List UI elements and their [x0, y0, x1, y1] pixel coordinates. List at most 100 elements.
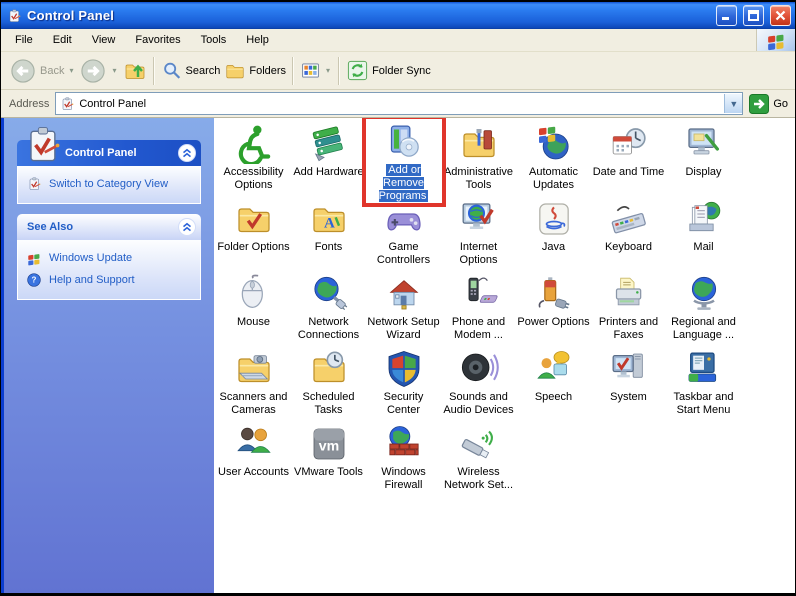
control-panel-item-accessibility-options[interactable]: Accessibility Options	[216, 122, 291, 197]
control-panel-item-administrative-tools[interactable]: Administrative Tools	[441, 122, 516, 197]
folder-options-icon	[231, 197, 277, 239]
control-panel-item-date-and-time[interactable]: Date and Time	[591, 122, 666, 197]
control-panel-item-speech[interactable]: Speech	[516, 347, 591, 422]
back-dropdown-icon[interactable]: ▾	[69, 66, 73, 75]
control-panel-item-scanners-and-cameras[interactable]: Scanners and Cameras	[216, 347, 291, 422]
control-panel-item-taskbar-and-start-menu[interactable]: Taskbar and Start Menu	[666, 347, 741, 422]
panel-title: See Also	[27, 221, 73, 233]
item-label: Game Controllers	[367, 241, 441, 267]
svg-text:?: ?	[32, 276, 37, 285]
views-dropdown-icon[interactable]: ▾	[326, 66, 330, 75]
control-panel-item-mouse[interactable]: Mouse	[216, 272, 291, 347]
folder-sync-icon	[346, 59, 369, 82]
sidebar-link-label: Switch to Category View	[49, 178, 168, 190]
control-panel-item-game-controllers[interactable]: Game Controllers	[366, 197, 441, 272]
item-label: Date and Time	[593, 166, 665, 179]
address-bar: Address Control Panel ▼ Go	[1, 90, 795, 118]
item-label: Mail	[693, 241, 713, 254]
folder-sync-button[interactable]: Folder Sync	[344, 59, 433, 82]
control-panel-item-phone-and-modem[interactable]: Phone and Modem ...	[441, 272, 516, 347]
folders-label: Folders	[249, 65, 286, 77]
item-label: Network Connections	[292, 316, 366, 342]
window-title: Control Panel	[27, 8, 710, 23]
printers-faxes-icon	[606, 272, 652, 314]
item-label: Administrative Tools	[442, 166, 516, 192]
control-panel-item-printers-and-faxes[interactable]: Printers and Faxes	[591, 272, 666, 347]
folders-button[interactable]: Folders	[222, 60, 288, 82]
search-button[interactable]: Search	[159, 60, 223, 82]
address-dropdown-button[interactable]: ▼	[724, 94, 742, 113]
control-panel-item-network-setup-wizard[interactable]: Network Setup Wizard	[366, 272, 441, 347]
folders-icon	[224, 60, 246, 82]
control-panel-item-regional-and-language[interactable]: Regional and Language ...	[666, 272, 741, 347]
sidebar-link-help-and-support[interactable]: ?Help and Support	[26, 269, 196, 291]
panel-title: Control Panel	[65, 147, 137, 159]
sidebar-link-windows-update[interactable]: Windows Update	[26, 247, 196, 269]
svg-text:vm: vm	[318, 439, 338, 455]
control-panel-item-user-accounts[interactable]: User Accounts	[216, 422, 291, 497]
control-panel-item-windows-firewall[interactable]: Windows Firewall	[366, 422, 441, 497]
menu-item-file[interactable]: File	[5, 31, 43, 49]
title-bar: Control Panel	[1, 2, 795, 29]
user-accounts-icon	[231, 422, 277, 464]
java-icon	[531, 197, 577, 239]
up-button[interactable]	[121, 59, 149, 83]
windows-firewall-icon	[381, 422, 427, 464]
control-panel-item-display[interactable]: Display	[666, 122, 741, 197]
address-value[interactable]: Control Panel	[79, 98, 720, 110]
menu-item-help[interactable]: Help	[236, 31, 279, 49]
control-panel-item-power-options[interactable]: Power Options	[516, 272, 591, 347]
control-panel-item-fonts[interactable]: AFonts	[291, 197, 366, 272]
control-panel-item-wireless-network-set[interactable]: Wireless Network Set...	[441, 422, 516, 497]
system-icon	[606, 347, 652, 389]
control-panel-item-internet-options[interactable]: Internet Options	[441, 197, 516, 272]
administrative-tools-icon	[456, 122, 502, 164]
control-panel-item-keyboard[interactable]: Keyboard	[591, 197, 666, 272]
item-label: Windows Firewall	[367, 466, 441, 492]
control-panel-item-vmware-tools[interactable]: vm VMware Tools	[291, 422, 366, 497]
minimize-button[interactable]	[716, 5, 737, 26]
forward-dropdown-icon[interactable]: ▾	[112, 66, 116, 75]
control-panel-item-automatic-updates[interactable]: Automatic Updates	[516, 122, 591, 197]
control-panel-item-mail[interactable]: Mail	[666, 197, 741, 272]
menu-item-edit[interactable]: Edit	[43, 31, 82, 49]
back-button[interactable]: Back ▾	[7, 57, 77, 85]
keyboard-icon	[606, 197, 652, 239]
go-button[interactable]	[749, 94, 769, 114]
views-icon	[300, 60, 321, 81]
control-panel-item-add-or-remove-programs[interactable]: Add or Remove Programs	[366, 122, 441, 197]
go-label[interactable]: Go	[773, 98, 788, 110]
control-panel-item-scheduled-tasks[interactable]: Scheduled Tasks	[291, 347, 366, 422]
control-panel-item-add-hardware[interactable]: Add Hardware	[291, 122, 366, 197]
menu-item-favorites[interactable]: Favorites	[125, 31, 190, 49]
control-panel-item-folder-options[interactable]: Folder Options	[216, 197, 291, 272]
sidebar-link-switch-to-category-view[interactable]: Switch to Category View	[26, 173, 196, 195]
scanners-cameras-icon	[231, 347, 277, 389]
menu-item-view[interactable]: View	[82, 31, 126, 49]
views-button[interactable]: ▾	[298, 60, 334, 81]
control-panel-item-network-connections[interactable]: Network Connections	[291, 272, 366, 347]
menu-item-tools[interactable]: Tools	[191, 31, 237, 49]
back-label: Back	[40, 65, 64, 77]
window-body: Control Panel Switch to Category View Se…	[1, 118, 795, 593]
control-panel-item-security-center[interactable]: Security Center	[366, 347, 441, 422]
svg-text:A: A	[324, 215, 335, 231]
item-label: Speech	[535, 391, 572, 404]
control-panel-item-java[interactable]: Java	[516, 197, 591, 272]
item-label: VMware Tools	[294, 466, 363, 479]
sounds-audio-icon	[456, 347, 502, 389]
item-label: Mouse	[237, 316, 270, 329]
close-button[interactable]	[770, 5, 791, 26]
see-also-panel-header[interactable]: See Also	[17, 214, 201, 240]
control-panel-panel-header[interactable]: Control Panel	[17, 140, 201, 166]
address-combo[interactable]: Control Panel ▼	[55, 92, 743, 115]
control-panel-item-system[interactable]: System	[591, 347, 666, 422]
sidebar-link-label: Windows Update	[49, 252, 132, 264]
forward-button[interactable]: ▾	[77, 57, 120, 85]
item-label: Security Center	[367, 391, 441, 417]
collapse-chevron-icon[interactable]	[178, 218, 196, 236]
toolbar: Back ▾ ▾ Search Folders ▾ Folder Sync	[1, 52, 795, 90]
control-panel-item-sounds-and-audio-devices[interactable]: Sounds and Audio Devices	[441, 347, 516, 422]
maximize-button[interactable]	[743, 5, 764, 26]
collapse-chevron-icon[interactable]	[178, 144, 196, 162]
